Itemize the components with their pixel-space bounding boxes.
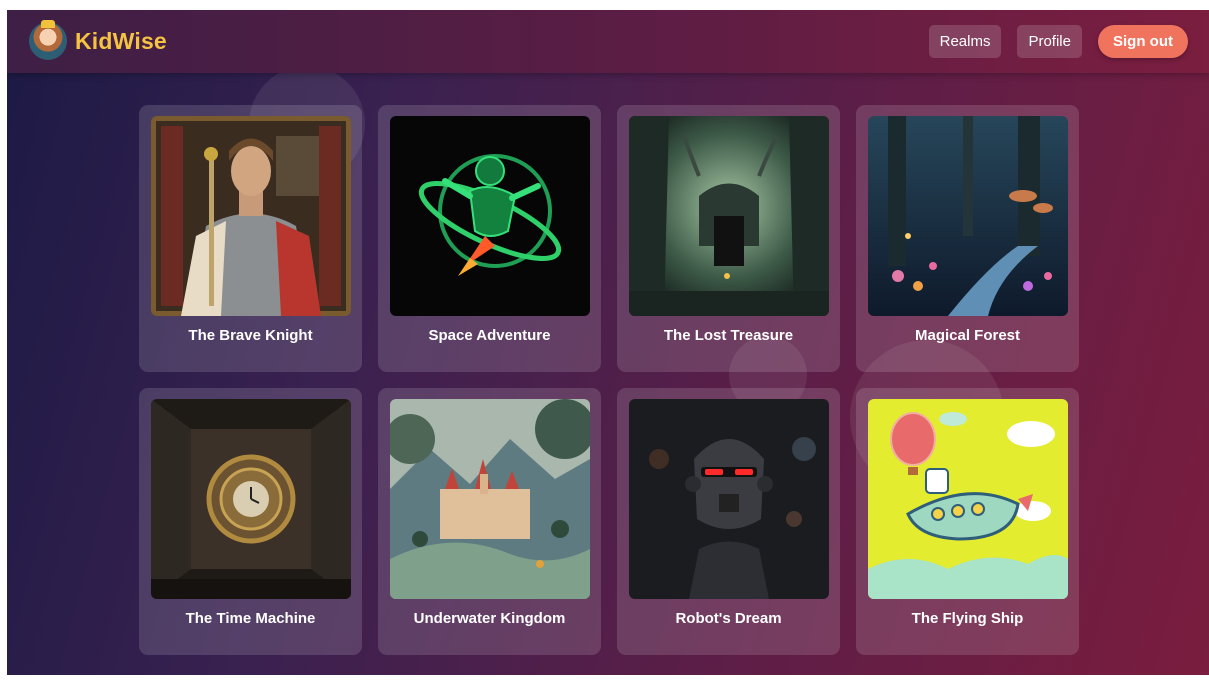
story-title: The Flying Ship [911,610,1024,627]
story-title: Underwater Kingdom [413,610,566,627]
glowing-forest-illustration [868,116,1068,316]
flying-ship-illustration [868,399,1068,599]
story-card[interactable]: The Brave Knight [139,105,362,372]
story-title: The Time Machine [185,610,316,627]
app-frame: KidWise Realms Profile Sign out The Brav… [7,10,1209,675]
story-title: The Lost Treasure [663,327,794,344]
knight-illustration [151,116,351,316]
story-title: Space Adventure [428,327,551,344]
story-title: The Brave Knight [188,327,313,344]
story-card[interactable]: Magical Forest [856,105,1079,372]
astronaut-rocket-illustration [390,116,590,316]
top-nav: Realms Profile Sign out [928,25,1188,58]
story-card[interactable]: The Lost Treasure [617,105,840,372]
story-card[interactable]: Robot's Dream [617,388,840,655]
robot-illustration [629,399,829,599]
story-card[interactable]: The Flying Ship [856,388,1079,655]
story-title: Robot's Dream [675,610,782,627]
brand-name: KidWise [75,27,167,54]
brand[interactable]: KidWise [29,20,167,60]
story-card[interactable]: Space Adventure [378,105,601,372]
story-card[interactable]: The Time Machine [139,388,362,655]
story-title: Magical Forest [914,327,1021,344]
sign-out-button[interactable]: Sign out [1098,25,1188,58]
clock-vault-illustration [151,399,351,599]
realms-button[interactable]: Realms [928,25,1002,58]
story-card[interactable]: Underwater Kingdom [378,388,601,655]
forest-ruins-illustration [629,116,829,316]
princess-avatar-icon [29,20,67,60]
top-bar: KidWise Realms Profile Sign out [7,10,1209,73]
story-grid: The Brave Knight Space Adventure The Los… [7,10,1209,675]
profile-button[interactable]: Profile [1017,25,1082,58]
castle-landscape-illustration [390,399,590,599]
